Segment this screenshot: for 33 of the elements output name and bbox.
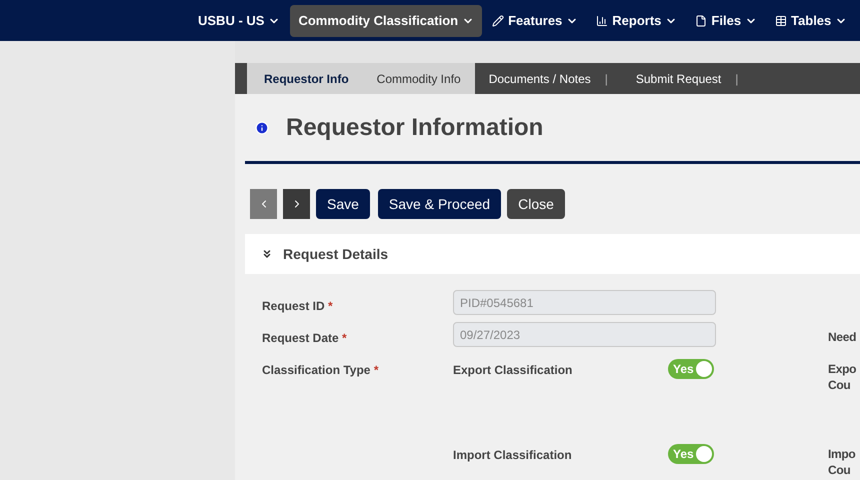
- field-label: Request ID *: [262, 298, 334, 315]
- nav-menu-item[interactable]: Tables: [767, 4, 856, 36]
- section-title: Request Details: [283, 244, 388, 264]
- field-label: Cou: [828, 462, 852, 478]
- field-label: Classification Type *: [262, 362, 380, 379]
- info-icon: [255, 120, 269, 134]
- field-label: Need: [828, 329, 856, 345]
- option-label: Export Classification: [453, 362, 574, 379]
- field-label: Impo: [828, 446, 856, 462]
- bar-chart-icon: [596, 14, 608, 26]
- nav-menu-item[interactable]: Files: [687, 4, 766, 36]
- toolbar-button[interactable]: Close: [507, 189, 565, 219]
- page-title: Requestor Information: [286, 112, 544, 142]
- field-label: Cou: [828, 377, 852, 393]
- nav-menu-item[interactable]: USBU - US: [190, 4, 288, 36]
- step-tab[interactable]: Documents / Notes |: [474, 63, 622, 94]
- pencil-icon: [492, 14, 504, 26]
- step-tab[interactable]: Submit Request |: [622, 63, 752, 94]
- field-label: Request Date *: [262, 330, 348, 347]
- step-tab[interactable]: Commodity Info: [362, 63, 475, 94]
- nav-menu-item[interactable]: Features: [484, 4, 586, 36]
- double-chevron-down-icon: [261, 248, 273, 260]
- nav-menu-item[interactable]: Reports: [588, 4, 686, 36]
- step-tab[interactable]: Requestor Info: [247, 63, 363, 94]
- file-icon: [695, 14, 708, 26]
- nav-menu-item[interactable]: Commodity Classification: [290, 4, 482, 36]
- table-icon: [775, 14, 788, 26]
- toolbar-button[interactable]: Save & Proceed: [378, 189, 502, 219]
- field-label: Expo: [828, 361, 856, 377]
- next-button[interactable]: [283, 189, 310, 219]
- section-header[interactable]: Request Details: [245, 234, 860, 274]
- option-label: Import Classification: [453, 447, 573, 464]
- toolbar-button[interactable]: Save: [316, 189, 370, 219]
